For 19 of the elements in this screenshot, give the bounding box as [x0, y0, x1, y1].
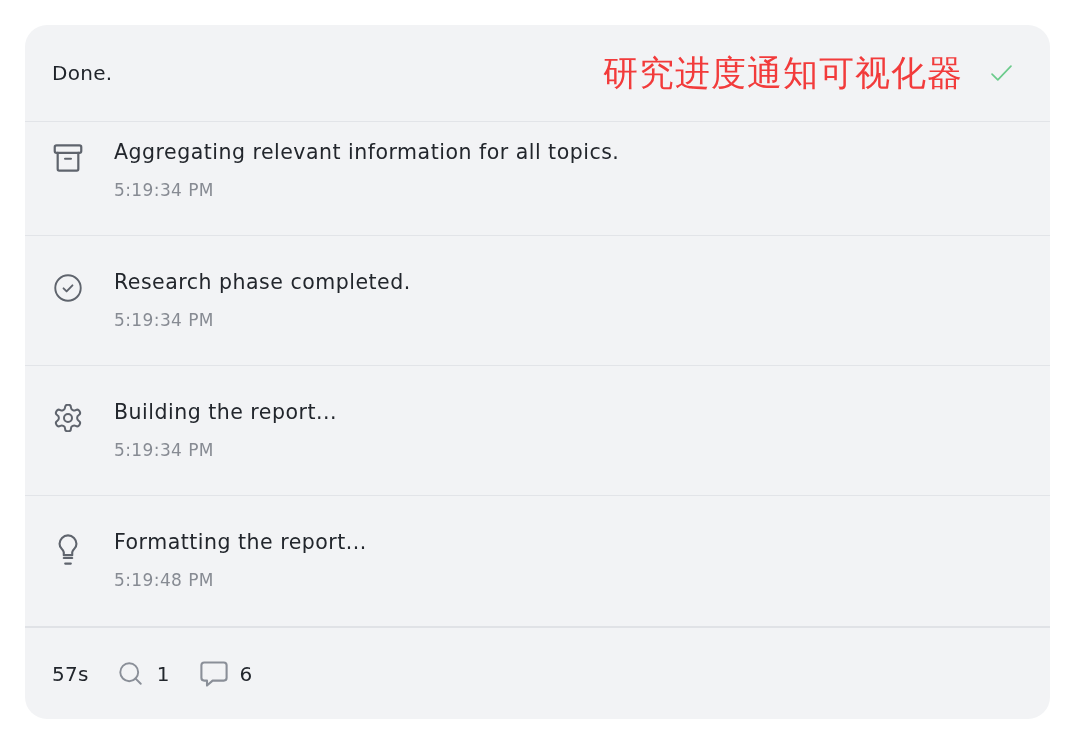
status-text: Done. — [52, 60, 113, 86]
annotation-text: 研究进度通知可视化器 — [603, 52, 963, 94]
event-message: Formatting the report... — [114, 529, 367, 555]
check-circle-icon — [54, 274, 82, 302]
message-count: 6 — [239, 660, 253, 688]
search-count: 1 — [156, 660, 170, 688]
speech-bubble-icon — [199, 660, 228, 687]
event-time: 5:19:48 PM — [114, 569, 214, 591]
gear-icon — [54, 404, 82, 432]
event-message: Aggregating relevant information for all topics. — [114, 139, 620, 165]
event-message: Research phase completed. — [114, 269, 411, 295]
event-time: 5:19:34 PM — [114, 179, 214, 201]
event-time: 5:19:34 PM — [114, 309, 214, 331]
archive-box-icon — [53, 144, 83, 172]
lightbulb-icon — [58, 534, 78, 565]
duration-text: 57s — [52, 660, 89, 688]
search-icon — [118, 662, 142, 685]
event-time: 5:19:34 PM — [114, 439, 214, 461]
event-message: Building the report... — [114, 399, 337, 425]
